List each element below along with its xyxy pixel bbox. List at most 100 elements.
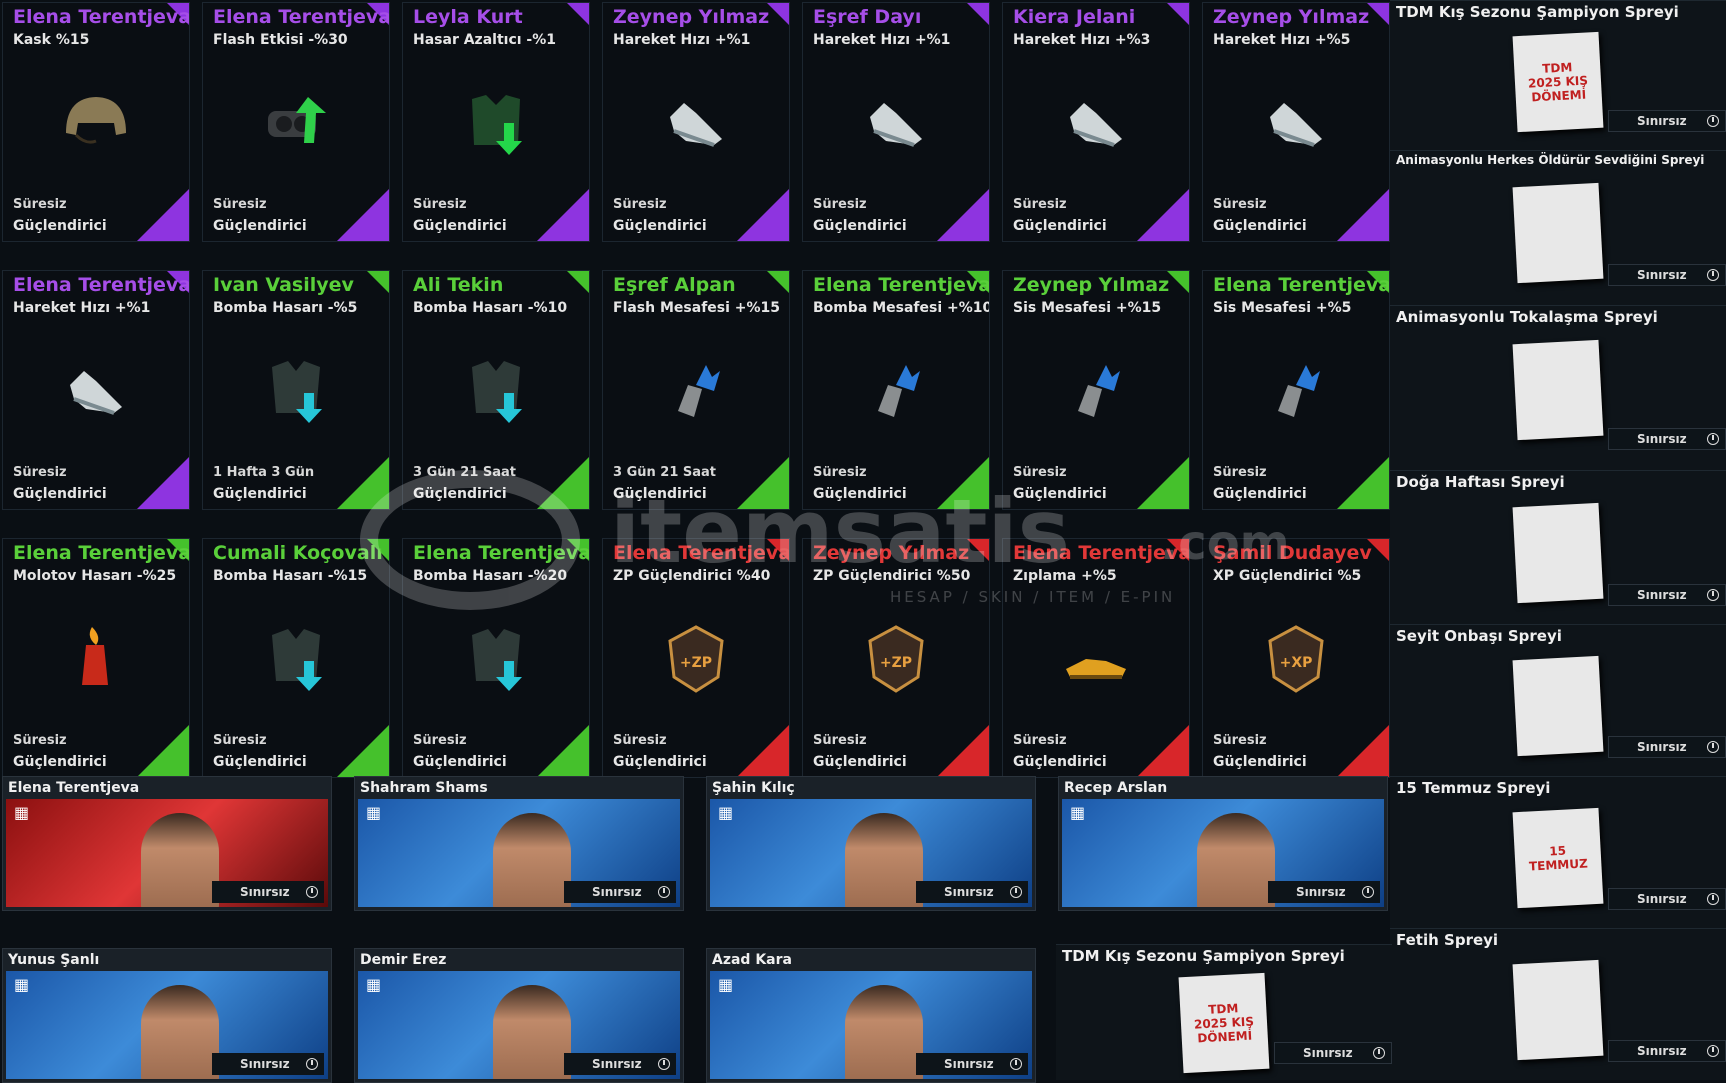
item-card[interactable]: Elena Terentjeva Kask %15 Süresiz Güçlendir… bbox=[2, 2, 190, 242]
rarity-corner-top bbox=[1167, 271, 1189, 293]
spray-name: Animasyonlu Herkes Öldürür Sevdiğini Spr… bbox=[1396, 153, 1705, 167]
item-card[interactable]: Elena Terentjeva Zıplama +%5 Süresiz Güçlen… bbox=[1002, 538, 1190, 778]
item-card[interactable]: Elena Terentjeva Bomba Mesafesi +%10 Süres… bbox=[802, 270, 990, 510]
item-card[interactable]: Kiera Jelani Hareket Hızı +%3 Süresiz Güçle… bbox=[1002, 2, 1190, 242]
item-card[interactable]: Elena Terentjeva Molotov Hasarı -%25 Süres… bbox=[2, 538, 190, 778]
item-type: Güçlendirici bbox=[213, 754, 307, 770]
rarity-corner-bottom bbox=[737, 189, 789, 241]
item-owner: Zeynep Yılmaz bbox=[1213, 6, 1370, 28]
spray-card[interactable]: Seyit Onbaşı Spreyi Sınırsız bbox=[1390, 624, 1726, 776]
item-owner: Elena Terentjeva bbox=[13, 542, 190, 564]
character-portrait: ▦ Sınırsız bbox=[358, 799, 680, 907]
item-card[interactable]: Elena Terentjeva Sis Mesafesi +%5 Süresiz G… bbox=[1202, 270, 1390, 510]
zp-badge-icon: +ZP bbox=[856, 619, 936, 699]
character-card[interactable]: Şahin Kılıç ▦ Sınırsız bbox=[706, 776, 1036, 911]
duration-label: Sınırsız bbox=[1637, 1043, 1687, 1058]
duration-label: Sınırsız bbox=[592, 1057, 642, 1071]
spray-card[interactable]: Doğa Haftası Spreyi Sınırsız bbox=[1390, 470, 1726, 624]
duration-label: Sınırsız bbox=[1637, 268, 1687, 283]
item-card[interactable]: Ivan Vasilyev Bomba Hasarı -%5 1 Hafta 3 G… bbox=[202, 270, 390, 510]
rarity-corner-bottom bbox=[537, 725, 589, 777]
item-card[interactable]: Zeynep Yılmaz Hareket Hızı +%5 Süresiz Güçl… bbox=[1202, 2, 1390, 242]
item-card[interactable]: Zeynep Yılmaz ZP Güçlendirici %50 +ZP Süres… bbox=[802, 538, 990, 778]
character-card[interactable]: Demir Erez ▦ Sınırsız bbox=[354, 948, 684, 1083]
item-card[interactable]: Elena Terentjeva Bomba Hasarı -%20 Süresiz… bbox=[402, 538, 590, 778]
duration-badge: Sınırsız bbox=[564, 881, 676, 903]
spray-card[interactable]: TDM Kış Sezonu Şampiyon Spreyi TDM 2025 K… bbox=[1390, 0, 1726, 150]
character-card[interactable]: Elena Terentjeva ▦ Sınırsız bbox=[2, 776, 332, 911]
spray-image bbox=[1512, 656, 1604, 757]
spray-card[interactable]: Animasyonlu Tokalaşma Spreyi Sınırsız bbox=[1390, 305, 1726, 470]
spray-name: TDM Kış Sezonu Şampiyon Spreyi bbox=[1396, 3, 1679, 21]
clock-icon bbox=[306, 1058, 318, 1070]
item-duration: 3 Gün 21 Saat bbox=[613, 465, 717, 480]
spray-art-text: TDM 2025 KIŞ DÖNEMİ bbox=[1193, 1001, 1255, 1046]
spray-art-text: 15 TEMMUZ bbox=[1528, 844, 1589, 874]
character-face bbox=[1197, 813, 1276, 907]
item-type: Güçlendirici bbox=[213, 218, 307, 234]
shirt-icon: ▦ bbox=[14, 803, 30, 822]
item-card[interactable]: Ali Tekin Bomba Hasarı -%10 3 Gün 21 Saat G… bbox=[402, 270, 590, 510]
duration-badge: Sınırsız bbox=[212, 881, 324, 903]
item-stat: Bomba Hasarı -%5 bbox=[213, 300, 358, 316]
duration-badge: Sınırsız bbox=[1608, 110, 1726, 132]
item-card[interactable]: Şamil Dudayev XP Güçlendirici %5 +XP Süresi… bbox=[1202, 538, 1390, 778]
rarity-corner-bottom bbox=[1337, 725, 1389, 777]
rarity-corner-bottom bbox=[337, 189, 389, 241]
item-stat: Hareket Hızı +%5 bbox=[1213, 32, 1351, 48]
character-face bbox=[141, 813, 220, 907]
item-card[interactable]: Leyla Kurt Hasar Azaltıcı -%1 Süresiz Güçle… bbox=[402, 2, 590, 242]
armor-icon bbox=[256, 351, 336, 431]
item-duration: Süresiz bbox=[413, 733, 467, 748]
clock-icon bbox=[1707, 115, 1719, 127]
spray-art-text bbox=[1523, 513, 1593, 592]
spray-card[interactable]: Animasyonlu Herkes Öldürür Sevdiğini Spr… bbox=[1390, 150, 1726, 305]
character-name: Elena Terentjeva bbox=[8, 780, 140, 796]
shirt-icon: ▦ bbox=[718, 803, 734, 822]
duration-label: Sınırsız bbox=[944, 885, 994, 899]
clock-icon bbox=[1707, 588, 1719, 601]
character-card[interactable]: Yunus Şanlı ▦ Sınırsız bbox=[2, 948, 332, 1083]
character-name: Demir Erez bbox=[360, 952, 447, 968]
item-card[interactable]: Elena Terentjeva Hareket Hızı +%1 Süresiz G… bbox=[2, 270, 190, 510]
shirt-icon: ▦ bbox=[366, 803, 382, 822]
item-duration: Süresiz bbox=[213, 197, 267, 212]
item-type: Güçlendirici bbox=[13, 486, 107, 502]
item-card[interactable]: Cumali Koçovalı Bomba Hasarı -%15 Süresiz G… bbox=[202, 538, 390, 778]
item-card[interactable]: Elena Terentjeva ZP Güçlendirici %40 +ZP Sü… bbox=[602, 538, 790, 778]
duration-label: Sınırsız bbox=[1637, 739, 1687, 754]
item-owner: Ali Tekin bbox=[413, 274, 504, 296]
item-card[interactable]: Zeynep Yılmaz Sis Mesafesi +%15 Süresiz Güç… bbox=[1002, 270, 1190, 510]
item-card[interactable]: Eşref Alpan Flash Mesafesi +%15 3 Gün 21 S… bbox=[602, 270, 790, 510]
clock-icon bbox=[1707, 269, 1719, 282]
item-type: Güçlendirici bbox=[613, 486, 707, 502]
molotov-icon bbox=[56, 619, 136, 699]
rarity-corner-bottom bbox=[937, 457, 989, 509]
item-card[interactable]: Zeynep Yılmaz Hareket Hızı +%1 Süresiz Güçl… bbox=[602, 2, 790, 242]
spray-name: Seyit Onbaşı Spreyi bbox=[1396, 627, 1562, 645]
item-card[interactable]: Elena Terentjeva Flash Etkisi -%30 Süresiz… bbox=[202, 2, 390, 242]
rarity-corner-bottom bbox=[1337, 457, 1389, 509]
spray-card[interactable]: 15 Temmuz Spreyi 15 TEMMUZ Sınırsız bbox=[1390, 776, 1726, 928]
character-name: Yunus Şanlı bbox=[8, 952, 100, 968]
character-card[interactable]: Shahram Shams ▦ Sınırsız bbox=[354, 776, 684, 911]
item-type: Güçlendirici bbox=[813, 486, 907, 502]
spray-art-text bbox=[1523, 667, 1593, 746]
item-stat: ZP Güçlendirici %50 bbox=[813, 568, 971, 584]
spray-card[interactable]: TDM Kış Sezonu Şampiyon Spreyi TDM 2025 K… bbox=[1056, 944, 1392, 1080]
character-name: Shahram Shams bbox=[360, 780, 488, 796]
item-duration: 3 Gün 21 Saat bbox=[413, 465, 517, 480]
spray-card[interactable]: Fetih Spreyi Sınırsız bbox=[1390, 928, 1726, 1080]
duration-badge: Sınırsız bbox=[916, 881, 1028, 903]
item-stat: Zıplama +%5 bbox=[1013, 568, 1117, 584]
character-card[interactable]: Recep Arslan ▦ Sınırsız bbox=[1058, 776, 1388, 911]
item-type: Güçlendirici bbox=[1013, 754, 1107, 770]
xp-badge-icon: +XP bbox=[1256, 619, 1336, 699]
duration-badge: Sınırsız bbox=[1274, 1041, 1392, 1064]
rarity-corner-bottom bbox=[737, 725, 789, 777]
character-card[interactable]: Azad Kara ▦ Sınırsız bbox=[706, 948, 1036, 1083]
item-owner: Eşref Dayı bbox=[813, 6, 922, 28]
item-type: Güçlendirici bbox=[413, 754, 507, 770]
item-stat: Hasar Azaltıcı -%1 bbox=[413, 32, 556, 48]
item-card[interactable]: Eşref Dayı Hareket Hızı +%1 Süresiz Güçlend… bbox=[802, 2, 990, 242]
